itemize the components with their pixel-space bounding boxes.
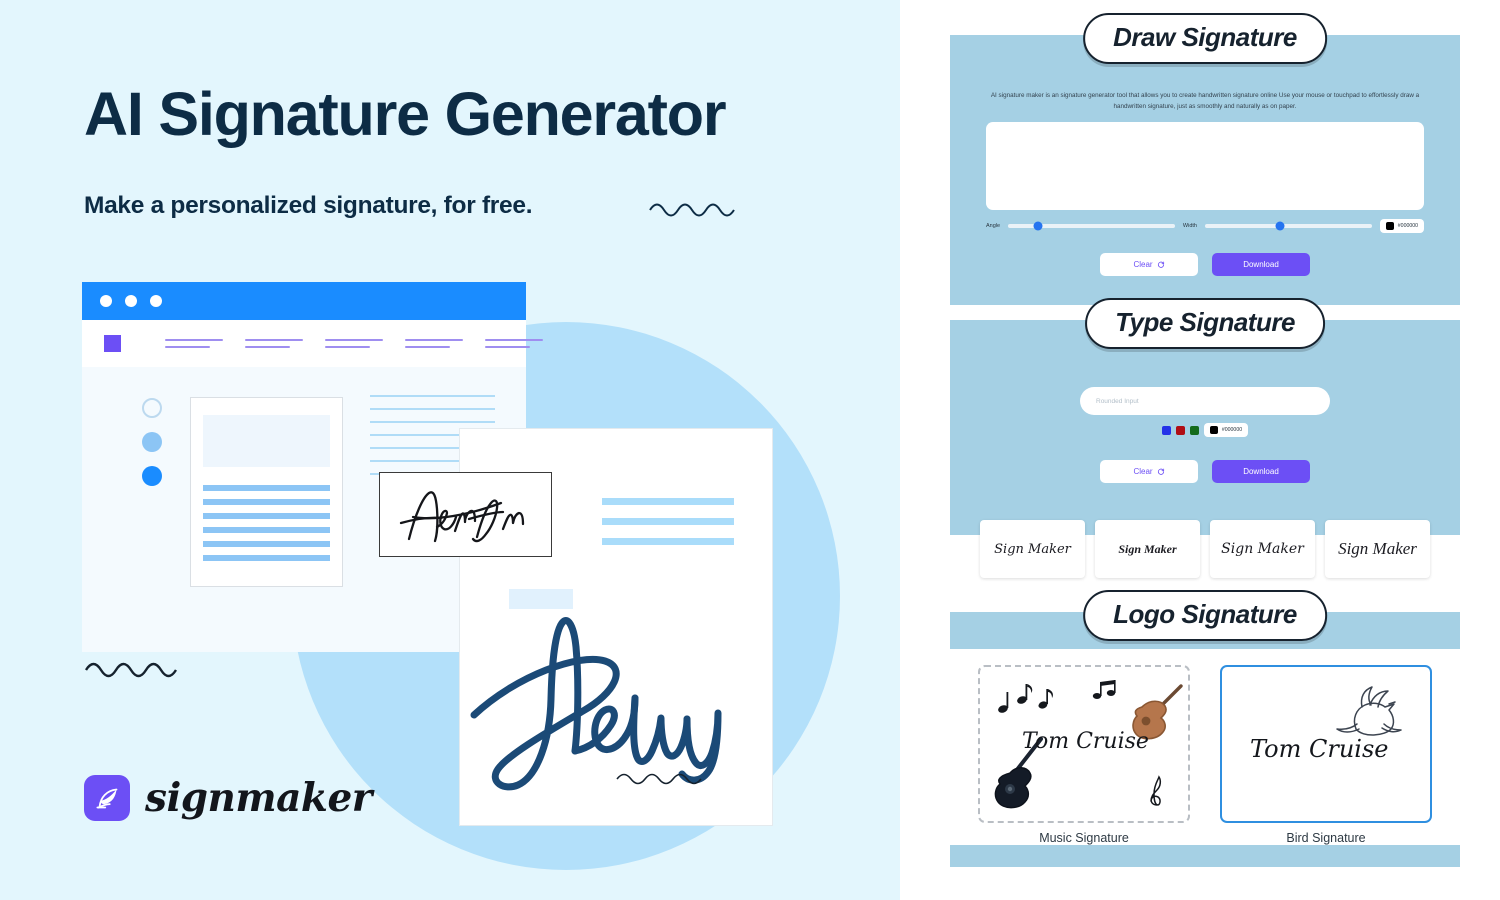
bird-signature-preview[interactable]: Tom Cruise [1220, 665, 1432, 823]
refresh-icon [1157, 261, 1164, 268]
type-button-row: Clear Download [950, 460, 1460, 483]
music-signature-text: Tom Cruise [1022, 729, 1149, 754]
window-dot-icon [150, 295, 162, 307]
circle-indicator-icon [142, 432, 162, 452]
type-download-label: Download [1243, 467, 1279, 476]
type-download-button[interactable]: Download [1212, 460, 1310, 483]
logo-signature-heading: Logo Signature [1083, 590, 1327, 641]
type-clear-label: Clear [1133, 467, 1153, 476]
font-preview-row: Sign Maker Sign Maker Sign Maker Sign Ma… [950, 520, 1460, 578]
app-logo-icon [104, 335, 121, 352]
document-text-lines [203, 485, 330, 561]
draw-button-row: Clear Download [950, 253, 1460, 276]
logo-tile-bird[interactable]: Tom Cruise Bird Signature [1220, 665, 1432, 845]
music-signature-preview[interactable]: Tom Cruise [978, 665, 1190, 823]
feather-quill-icon [84, 775, 130, 821]
type-signature-heading: Type Signature [1085, 298, 1325, 349]
signature-stamp-card [379, 472, 552, 557]
draw-color-value: #000000 [1397, 223, 1418, 229]
squiggle-decoration-icon [616, 773, 702, 785]
hero-panel: AI Signature Generator Make a personaliz… [0, 0, 900, 900]
draw-signature-description: AI signature maker is an signature gener… [990, 92, 1420, 111]
width-slider-knob[interactable] [1275, 221, 1285, 231]
music-note-icon [998, 684, 1053, 713]
draw-signature-heading: Draw Signature [1083, 13, 1327, 64]
type-signature-card: Type Signature Rounded Input #000000 Cle… [950, 298, 1460, 535]
squiggle-decoration-icon [84, 662, 178, 678]
color-swatch-blue[interactable] [1161, 425, 1171, 435]
draw-download-label: Download [1243, 260, 1279, 269]
type-input-placeholder: Rounded Input [1096, 397, 1139, 405]
small-signature-graphic [399, 490, 524, 542]
type-color-value: #000000 [1221, 427, 1243, 433]
angle-label: Angle [986, 223, 1001, 229]
font-preview-card[interactable]: Sign Maker [1210, 520, 1315, 578]
logo-tile-row: Tom Cruise Music Signature Tom Cruise Bi… [950, 665, 1460, 845]
logo-signature-body: Tom Cruise Music Signature Tom Cruise Bi… [950, 649, 1460, 845]
document-chip-placeholder [509, 589, 573, 609]
refresh-icon [1157, 468, 1164, 475]
color-swatch-icon [1385, 222, 1394, 230]
logo-signature-card: Logo Signature Tom Cruise Music Signatur… [950, 590, 1460, 867]
draw-controls-row: Angle Width #000000 [986, 219, 1424, 233]
draw-clear-button[interactable]: Clear [1100, 253, 1198, 276]
logo-tile-music[interactable]: Tom Cruise Music Signature [978, 665, 1190, 845]
toolbar-placeholder-lines [165, 339, 543, 348]
window-dot-icon [100, 295, 112, 307]
color-swatch-icon [1209, 426, 1218, 434]
type-clear-button[interactable]: Clear [1100, 460, 1198, 483]
browser-toolbar [82, 320, 543, 367]
document-text-lines [602, 498, 734, 545]
brand-name: signmaker [145, 775, 372, 821]
draw-canvas[interactable] [986, 122, 1424, 210]
bird-signature-text: Tom Cruise [1250, 735, 1389, 763]
type-color-swatches: #000000 [950, 423, 1460, 437]
music-note-icon [1092, 680, 1116, 699]
draw-clear-label: Clear [1133, 260, 1153, 269]
width-label: Width [1182, 223, 1197, 229]
font-preview-card[interactable]: Sign Maker [1325, 520, 1430, 578]
angle-slider[interactable] [1008, 221, 1175, 231]
draw-color-picker[interactable]: #000000 [1379, 219, 1424, 233]
angle-slider-knob[interactable] [1033, 221, 1043, 231]
type-color-picker[interactable]: #000000 [1203, 423, 1249, 437]
large-signature-graphic [470, 617, 722, 791]
document-image-placeholder [203, 415, 330, 467]
font-preview-card[interactable]: Sign Maker [980, 520, 1085, 578]
font-preview-card[interactable]: Sign Maker [1095, 520, 1200, 578]
squiggle-decoration-icon [649, 203, 735, 217]
circle-indicator-icon [142, 466, 162, 486]
draw-download-button[interactable]: Download [1212, 253, 1310, 276]
type-signature-input[interactable]: Rounded Input [1080, 387, 1330, 415]
window-dot-icon [125, 295, 137, 307]
treble-clef-icon [1150, 775, 1162, 806]
color-swatch-green[interactable] [1189, 425, 1199, 435]
bird-signature-caption: Bird Signature [1286, 831, 1366, 845]
document-preview [190, 397, 343, 587]
option-indicators [142, 398, 162, 486]
color-swatch-red[interactable] [1175, 425, 1185, 435]
page-subtitle: Make a personalized signature, for free. [84, 192, 533, 219]
browser-titlebar [82, 282, 526, 320]
music-signature-caption: Music Signature [1039, 831, 1129, 845]
page-title: AI Signature Generator [84, 80, 727, 148]
feature-panel: Draw Signature AI signature maker is an … [900, 0, 1500, 900]
circle-indicator-icon [142, 398, 162, 418]
width-slider[interactable] [1204, 221, 1372, 231]
brand-logo[interactable]: signmaker [84, 775, 372, 821]
draw-signature-card: Draw Signature AI signature maker is an … [950, 13, 1460, 305]
